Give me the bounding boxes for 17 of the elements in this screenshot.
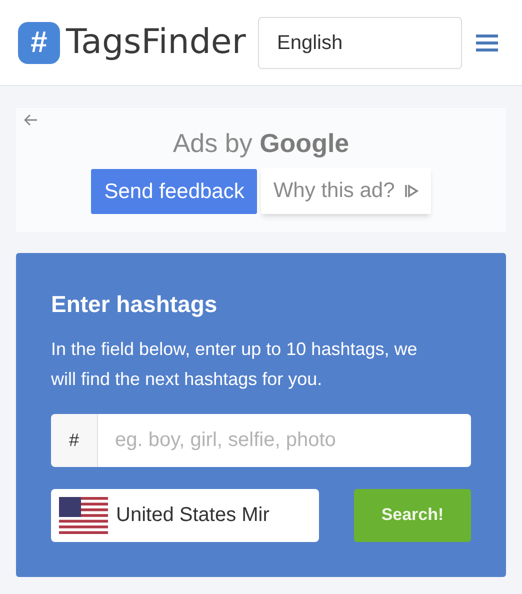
search-button[interactable]: Search! bbox=[354, 488, 471, 542]
feedback-button[interactable]: Send feedback bbox=[91, 169, 258, 214]
card-title: Enter hashtags bbox=[51, 290, 218, 319]
flag-icon bbox=[59, 496, 108, 534]
language-select[interactable]: English bbox=[258, 16, 462, 68]
play-icon bbox=[402, 183, 419, 199]
hashtag-prefix: # bbox=[51, 414, 98, 466]
country-text: United States Mir bbox=[116, 503, 270, 528]
logo-icon[interactable]: # bbox=[18, 22, 60, 64]
country-select[interactable]: United States Mir bbox=[51, 488, 319, 542]
menu-icon[interactable] bbox=[476, 34, 498, 52]
back-arrow-icon[interactable] bbox=[24, 114, 38, 126]
hashtag-field[interactable]: eg. boy, girl, selfie, photo bbox=[98, 414, 471, 466]
logo-text[interactable]: TagsFinder bbox=[66, 17, 246, 68]
ad-title: Ads by Google bbox=[172, 127, 350, 160]
why-ad-button[interactable]: Why this ad? bbox=[261, 168, 431, 214]
card-description: In the field below, enter up to 10 hashtags, we will find the next hashtags for you. bbox=[51, 338, 418, 391]
